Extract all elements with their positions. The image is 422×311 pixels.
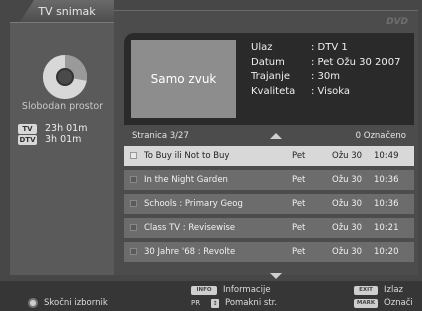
info-hint[interactable]: INFO Informacije	[191, 285, 271, 295]
recording-list: To Buy ili Not to Buy Pet Ožu 30 10:49 I…	[124, 146, 414, 266]
recording-time: 10:49	[374, 151, 399, 161]
recording-date: Ožu 30	[332, 223, 363, 233]
recording-time: 10:36	[374, 199, 399, 209]
storage-panel: Slobodan prostor TV 23h 01m DTV 3h 01m	[10, 22, 115, 275]
storage-row-tv: TV 23h 01m	[18, 123, 87, 134]
up-down-arrows-icon: ↕	[211, 298, 219, 308]
dvd-logo: DVD	[386, 17, 408, 27]
storage-row-dtv: DTV 3h 01m	[18, 134, 81, 145]
disk-usage-icon	[43, 55, 87, 99]
mark-label: Označi	[384, 298, 413, 308]
page-indicator-bar: Stranica 3/27 0 Označeno	[124, 129, 414, 143]
info-line-input: Ulaz: DTV 1	[251, 42, 348, 53]
list-item[interactable]: 30 Jahre '68 : Revolte Pet Ožu 30 10:20	[124, 242, 414, 262]
recording-day: Pet	[292, 151, 306, 161]
mark-key-icon: MARK	[354, 298, 378, 308]
scroll-down-arrow-icon[interactable]	[270, 273, 282, 279]
list-item[interactable]: Class TV : Revisewise Pet Ožu 30 10:21	[124, 218, 414, 238]
pr-key-label: PR	[191, 299, 201, 307]
exit-label: Izlaz	[384, 285, 404, 295]
recording-date: Ožu 30	[332, 175, 363, 185]
info-key-icon: INFO	[191, 285, 217, 295]
dtv-badge-icon: DTV	[18, 134, 37, 145]
recording-title: In the Night Garden	[144, 175, 228, 185]
exit-key-icon: EXIT	[354, 285, 378, 295]
recording-day: Pet	[292, 175, 306, 185]
recording-date: Ožu 30	[332, 247, 363, 257]
mark-checkbox[interactable]	[130, 200, 137, 207]
page-number: Stranica 3/27	[132, 131, 189, 141]
mark-checkbox[interactable]	[130, 152, 137, 159]
recording-title: To Buy ili Not to Buy	[144, 151, 230, 161]
list-item[interactable]: In the Night Garden Pet Ožu 30 10:36	[124, 170, 414, 190]
popup-menu-label: Skočni izbornik	[44, 298, 108, 308]
page-move-label: Pomakni str.	[225, 298, 278, 308]
info-line-date: Datum: Pet Ožu 30 2007	[251, 56, 401, 68]
recording-time: 10:21	[374, 223, 399, 233]
recording-time: 10:20	[374, 247, 399, 257]
scroll-up-arrow-icon[interactable]	[270, 133, 282, 139]
dvr-recording-list-screen: TV snimak Slobodan prostor TV 23h 01m DT…	[0, 0, 422, 311]
mark-hint[interactable]: MARK Označi	[354, 298, 413, 308]
thumbnail-text: Samo zvuk	[150, 72, 217, 86]
page-move-hint[interactable]: PR ↕ Pomakni str.	[191, 298, 277, 308]
recording-list-panel: DVD Samo zvuk Ulaz: DTV 1 Datum: Pet Ožu…	[114, 10, 418, 279]
list-item[interactable]: Schools : Primary Geog Pet Ožu 30 10:36	[124, 194, 414, 214]
recording-date: Ožu 30	[332, 151, 363, 161]
mark-checkbox[interactable]	[130, 176, 137, 183]
bottom-help-bar: Skočni izbornik INFO Informacije PR ↕ Po…	[0, 281, 422, 311]
recording-info-box: Samo zvuk Ulaz: DTV 1 Datum: Pet Ožu 30 …	[124, 33, 414, 125]
recording-day: Pet	[292, 223, 306, 233]
recording-date: Ožu 30	[332, 199, 363, 209]
info-line-quality: Kvaliteta: Visoka	[251, 85, 351, 97]
info-line-duration: Trajanje: 30m	[251, 71, 341, 82]
info-lines: Ulaz: DTV 1 Datum: Pet Ožu 30 2007 Traja…	[251, 41, 400, 99]
preview-thumbnail: Samo zvuk	[131, 40, 236, 118]
recording-day: Pet	[292, 199, 306, 209]
tv-badge-icon: TV	[18, 123, 37, 134]
info-label: Informacije	[223, 285, 271, 295]
storage-value: 3h 01m	[45, 134, 82, 145]
recording-title: Schools : Primary Geog	[144, 199, 243, 209]
recording-day: Pet	[292, 247, 306, 257]
recording-time: 10:36	[374, 175, 399, 185]
exit-hint[interactable]: EXIT Izlaz	[354, 285, 403, 295]
mark-checkbox[interactable]	[130, 224, 137, 231]
storage-value: 23h 01m	[45, 123, 88, 134]
recording-title: Class TV : Revisewise	[144, 223, 236, 233]
marked-count: 0 Označeno	[355, 131, 406, 141]
free-space-label: Slobodan prostor	[21, 101, 104, 112]
popup-menu-hint[interactable]: Skočni izbornik	[28, 298, 108, 308]
recording-title: 30 Jahre '68 : Revolte	[144, 247, 236, 257]
tab-title: TV snimak	[38, 4, 96, 18]
tv-recording-tab[interactable]: TV snimak	[20, 0, 114, 22]
list-item[interactable]: To Buy ili Not to Buy Pet Ožu 30 10:49	[124, 146, 414, 166]
mark-checkbox[interactable]	[130, 248, 137, 255]
ok-button-icon	[28, 298, 38, 308]
